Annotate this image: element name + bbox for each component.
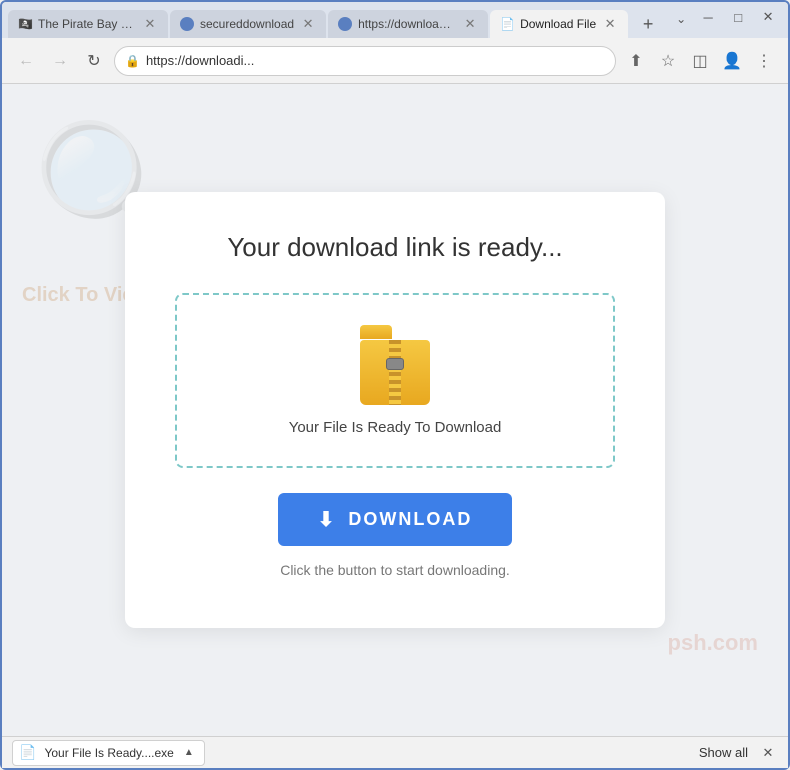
download-status-item[interactable]: 📄 Your File Is Ready....exe ▲	[12, 740, 205, 766]
close-button[interactable]: ✕	[754, 6, 782, 28]
address-input[interactable]: 🔒 https://downloadi...	[114, 46, 616, 76]
browser-window: 🏴‍☠️ The Pirate Bay - T... ✕ secureddown…	[0, 0, 790, 770]
file-preview-box: Your File Is Ready To Download	[175, 293, 615, 468]
maximize-button[interactable]: □	[724, 6, 752, 28]
tab-favicon-https	[338, 17, 352, 31]
download-chevron-icon: ▲	[184, 747, 194, 758]
zip-stripe	[389, 340, 401, 405]
extensions-button[interactable]: ◫	[686, 47, 714, 75]
profile-button[interactable]: 👤	[718, 47, 746, 75]
zip-folder-body	[360, 340, 430, 405]
forward-button[interactable]: →	[46, 47, 74, 75]
download-card: Your download link is ready... Your File…	[125, 192, 665, 628]
refresh-button[interactable]: ↻	[80, 47, 108, 75]
tab-label-secured: secureddownload	[200, 17, 294, 31]
tab-close-https[interactable]: ✕	[462, 16, 478, 32]
address-bar: ← → ↻ 🔒 https://downloadi... ⬆ ☆ ◫ 👤 ⋮	[2, 38, 788, 84]
download-btn-icon: ⬇	[318, 507, 337, 532]
tab-label-piratebay: The Pirate Bay - T...	[38, 17, 136, 31]
tab-label-download: Download File	[520, 17, 596, 31]
address-text: https://downloadi...	[146, 53, 605, 68]
zip-folder-tab	[360, 325, 392, 339]
status-bar: 📄 Your File Is Ready....exe ▲ Show all ✕	[2, 736, 788, 768]
page-content: 🔍 PSH Click To View psh.com Your downloa…	[2, 84, 788, 736]
lock-icon: 🔒	[125, 54, 140, 68]
zip-folder-icon	[360, 325, 430, 405]
click-instruction: Click the button to start downloading.	[175, 562, 615, 578]
show-all-button[interactable]: Show all	[699, 745, 748, 760]
card-title: Your download link is ready...	[175, 232, 615, 263]
address-actions: ⬆ ☆ ◫ 👤 ⋮	[622, 47, 778, 75]
tab-dropdown-button[interactable]: ⌄	[670, 6, 692, 28]
back-button[interactable]: ←	[12, 47, 40, 75]
tab-label-https: https://downloadi...	[358, 17, 456, 31]
download-filename: Your File Is Ready....exe	[44, 746, 173, 760]
share-button[interactable]: ⬆	[622, 47, 650, 75]
tab-favicon-piratebay: 🏴‍☠️	[18, 17, 32, 31]
zip-zipper	[386, 358, 404, 370]
tab-close-piratebay[interactable]: ✕	[142, 16, 158, 32]
tab-favicon-download: 📄	[500, 17, 514, 31]
tabs-area: 🏴‍☠️ The Pirate Bay - T... ✕ secureddown…	[8, 2, 662, 38]
download-button[interactable]: ⬇ DOWNLOAD	[278, 493, 513, 546]
download-btn-label: DOWNLOAD	[348, 509, 472, 530]
new-tab-button[interactable]: +	[634, 10, 662, 38]
tab-piratebay[interactable]: 🏴‍☠️ The Pirate Bay - T... ✕	[8, 10, 168, 38]
menu-button[interactable]: ⋮	[750, 47, 778, 75]
download-status-icon: 📄	[19, 744, 36, 761]
file-ready-text: Your File Is Ready To Download	[289, 419, 502, 436]
tab-https[interactable]: https://downloadi... ✕	[328, 10, 488, 38]
tab-close-secured[interactable]: ✕	[300, 16, 316, 32]
minimize-button[interactable]: ─	[694, 6, 722, 28]
bookmark-button[interactable]: ☆	[654, 47, 682, 75]
tab-secureddownload[interactable]: secureddownload ✕	[170, 10, 326, 38]
status-bar-close-button[interactable]: ✕	[758, 743, 778, 763]
window-controls: ⌄ ─ □ ✕	[670, 2, 782, 28]
watermark-domain: psh.com	[668, 630, 758, 656]
title-bar: 🏴‍☠️ The Pirate Bay - T... ✕ secureddown…	[2, 2, 788, 38]
tab-download-file[interactable]: 📄 Download File ✕	[490, 10, 628, 38]
tab-favicon-secured	[180, 17, 194, 31]
tab-close-download[interactable]: ✕	[602, 16, 618, 32]
